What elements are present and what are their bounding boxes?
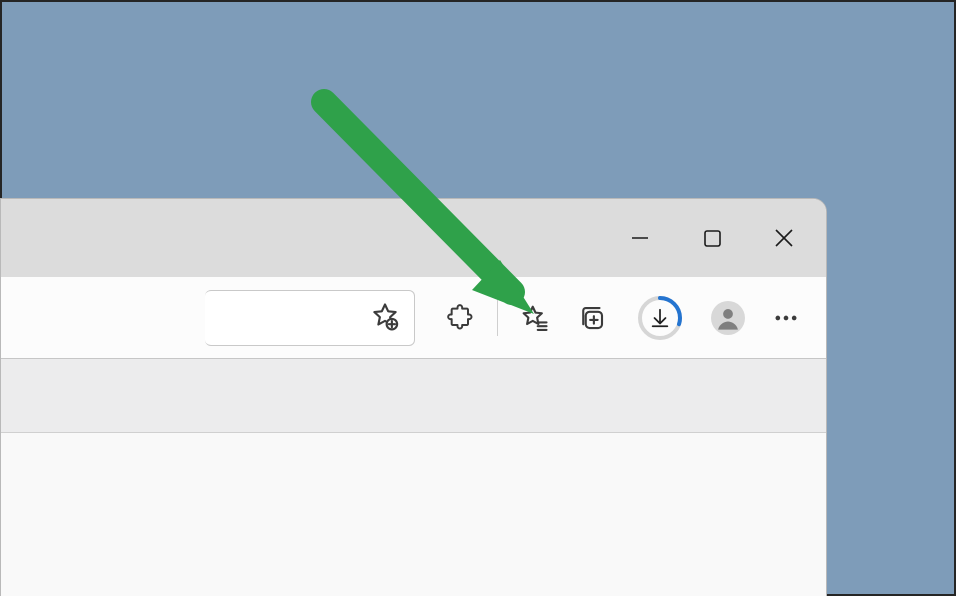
downloads-button[interactable]	[632, 290, 688, 346]
star-list-icon	[519, 303, 549, 333]
page-content-area	[1, 433, 826, 596]
add-favorite-icon[interactable]	[370, 301, 400, 335]
download-arrow-icon	[649, 307, 671, 329]
maximize-icon	[704, 230, 721, 247]
address-bar[interactable]	[205, 290, 415, 346]
person-icon	[714, 304, 742, 332]
maximize-button[interactable]	[676, 202, 748, 274]
collections-button[interactable]	[564, 290, 620, 346]
more-button[interactable]	[758, 290, 814, 346]
close-icon	[774, 228, 794, 248]
browser-toolbar	[1, 277, 826, 359]
collections-icon	[577, 303, 607, 333]
favorites-button[interactable]	[506, 290, 562, 346]
page-tab-strip	[1, 359, 826, 433]
minimize-icon	[631, 229, 649, 247]
close-button[interactable]	[748, 202, 820, 274]
address-bar-tail	[205, 290, 425, 346]
toolbar-divider	[497, 300, 498, 336]
puzzle-icon	[447, 304, 475, 332]
avatar	[711, 301, 745, 335]
extensions-button[interactable]	[433, 290, 489, 346]
profile-button[interactable]	[700, 290, 756, 346]
more-horizontal-icon	[772, 304, 800, 332]
title-bar	[1, 199, 826, 277]
browser-window	[0, 198, 827, 596]
minimize-button[interactable]	[604, 202, 676, 274]
